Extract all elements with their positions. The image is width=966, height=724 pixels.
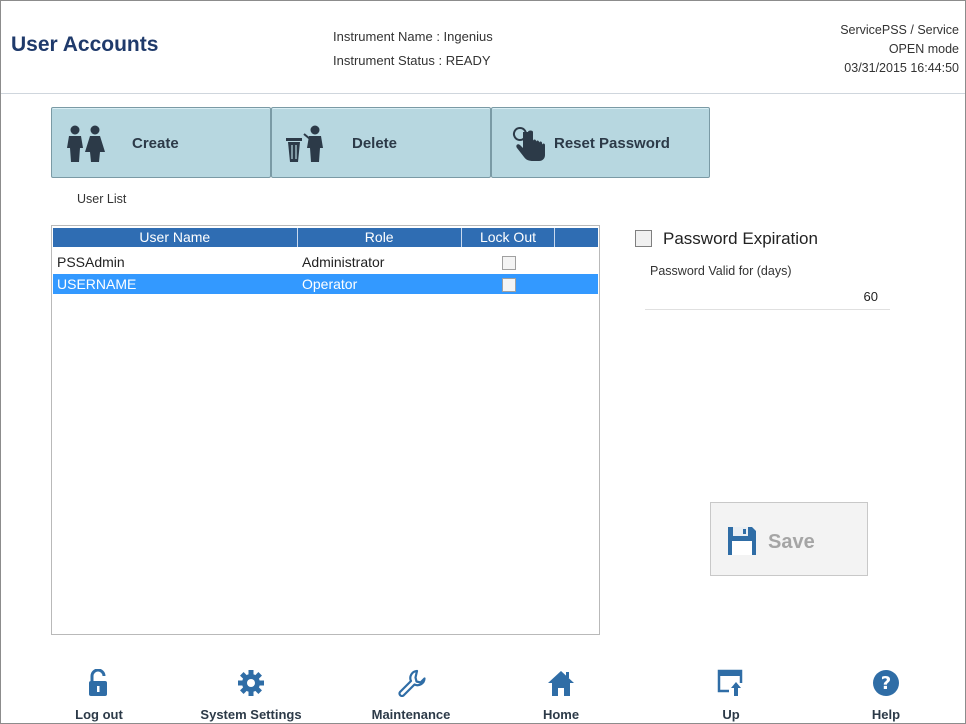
wrench-icon [398,669,426,697]
mode-indicator: OPEN mode [888,42,959,56]
home-button[interactable]: Home [496,669,626,723]
floppy-disk-icon [728,527,756,555]
help-label: Help [871,707,901,722]
password-valid-label: Password Valid for (days) [650,264,792,278]
unlock-icon [89,669,107,696]
hand-pointer-icon [512,127,545,161]
reset-password-button[interactable]: Reset Password [491,107,710,178]
system-settings-button[interactable]: System Settings [186,669,316,723]
help-icon: ? [873,670,899,696]
home-icon [548,671,574,696]
home-label: Home [542,707,580,722]
save-label: Save [768,531,815,553]
maintenance-button[interactable]: Maintenance [346,669,476,723]
create-label: Create [132,135,179,152]
delete-button[interactable]: Delete [271,107,491,178]
lockout-checkbox[interactable] [501,256,516,270]
system-settings-label: System Settings [200,707,302,722]
app-window: User Accounts Instrument Name : Ingenius… [0,0,966,724]
header: User Accounts Instrument Name : Ingenius… [1,1,965,91]
user-name-cell: USERNAME [57,276,137,292]
logout-label: Log out [75,707,123,722]
trash-user-icon [286,125,323,162]
table-header: User Name Role Lock Out [53,228,598,247]
delete-label: Delete [352,135,398,152]
instrument-name: Instrument Name : Ingenius [333,29,493,44]
logout-button[interactable]: Log out [34,669,164,723]
help-button[interactable]: ? Help [821,669,951,723]
svg-text:?: ? [881,673,891,694]
session-info: ServicePSS / Service OPEN mode 03/31/201… [840,21,959,78]
page-title: User Accounts [11,33,159,56]
header-divider [1,93,965,94]
password-expiration-label: Password Expiration [663,229,818,248]
maintenance-label: Maintenance [371,707,451,722]
table-row[interactable]: USERNAME Operator [53,274,598,294]
lockout-cell [462,274,555,294]
user-name-cell: PSSAdmin [57,254,125,270]
reset-password-label: Reset Password [554,135,670,152]
lockout-checkbox[interactable] [501,278,516,292]
window-up-icon [717,669,743,697]
table-row[interactable]: PSSAdmin Administrator [53,252,598,272]
create-button[interactable]: Create [51,107,271,178]
password-valid-days-field[interactable]: 60 [645,283,890,310]
save-button[interactable]: Save [710,502,868,576]
up-label: Up [722,707,740,722]
users-icon [67,125,105,162]
lockout-cell [462,252,555,272]
current-user: ServicePSS / Service [840,23,959,37]
user-list-label: User List [77,192,127,206]
role-cell: Operator [302,276,358,292]
column-lock-out[interactable]: Lock Out [462,228,556,247]
user-table[interactable]: User Name Role Lock Out PSSAdmin Adminis… [51,225,600,635]
password-expiration-checkbox[interactable] [635,230,652,247]
column-user-name[interactable]: User Name [53,228,298,247]
gear-icon [238,670,264,696]
password-valid-days-value: 60 [863,289,878,304]
column-role[interactable]: Role [298,228,462,247]
up-button[interactable]: Up [666,669,796,723]
instrument-status: Instrument Status : READY [333,53,491,68]
role-cell: Administrator [302,254,385,270]
datetime: 03/31/2015 16:44:50 [844,61,959,75]
